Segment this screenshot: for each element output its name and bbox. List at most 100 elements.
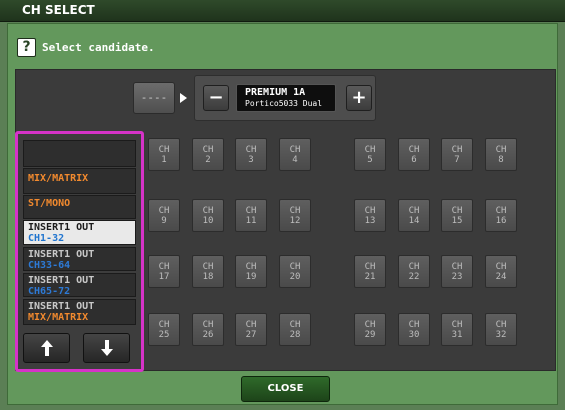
channel-button[interactable]: CH 31 xyxy=(441,313,473,346)
scroll-down-button[interactable] xyxy=(83,333,130,363)
channel-button[interactable]: CH 21 xyxy=(354,255,386,288)
arrow-right-icon xyxy=(180,93,187,103)
channel-button[interactable]: CH 1 xyxy=(148,138,180,171)
window-title: CH SELECT xyxy=(22,3,95,17)
channel-button[interactable]: CH 20 xyxy=(279,255,311,288)
channel-prefix: CH xyxy=(158,145,170,155)
channel-button[interactable]: CH 18 xyxy=(192,255,224,288)
channel-number: 27 xyxy=(245,330,257,340)
list-item-insert1-ch33-64[interactable]: INSERT1 OUT CH33-64 xyxy=(23,247,136,271)
channel-button[interactable]: CH 22 xyxy=(398,255,430,288)
channel-button[interactable]: CH 13 xyxy=(354,199,386,232)
channel-grid: CH 1 CH 2 CH 3 CH 4 CH 5 CH 6 CH 7 CH 8 CH 9 CH 10 CH 11 CH 12 C… xyxy=(148,133,552,369)
channel-prefix: CH xyxy=(364,320,376,330)
arrow-up-icon xyxy=(41,340,53,356)
channel-prefix: CH xyxy=(202,262,214,272)
list-item-insert1-ch65-72[interactable]: INSERT1 OUT CH65-72 xyxy=(23,273,136,297)
channel-button[interactable]: CH 24 xyxy=(485,255,517,288)
scroll-up-button[interactable] xyxy=(23,333,70,363)
next-device-button[interactable]: + xyxy=(346,85,372,111)
channel-number: 21 xyxy=(364,272,376,282)
channel-number: 10 xyxy=(202,216,214,226)
arrow-down-icon xyxy=(101,340,113,356)
channel-prefix: CH xyxy=(451,262,463,272)
channel-button[interactable]: CH 4 xyxy=(279,138,311,171)
channel-number: 11 xyxy=(245,216,257,226)
channel-number: 28 xyxy=(289,330,301,340)
channel-number: 31 xyxy=(451,330,463,340)
channel-number: 5 xyxy=(367,155,373,165)
channel-prefix: CH xyxy=(364,262,376,272)
channel-button[interactable]: CH 3 xyxy=(235,138,267,171)
channel-button[interactable]: CH 32 xyxy=(485,313,517,346)
list-item-blank[interactable] xyxy=(23,140,136,167)
channel-button[interactable]: CH 6 xyxy=(398,138,430,171)
channel-prefix: CH xyxy=(495,262,507,272)
channel-button[interactable]: CH 9 xyxy=(148,199,180,232)
channel-button[interactable]: CH 28 xyxy=(279,313,311,346)
channel-number: 3 xyxy=(248,155,254,165)
channel-prefix: CH xyxy=(158,262,170,272)
channel-prefix: CH xyxy=(364,145,376,155)
previous-device-button[interactable]: − xyxy=(203,85,229,111)
channel-prefix: CH xyxy=(451,145,463,155)
device-model: Portico5033 Dual xyxy=(245,99,323,108)
list-item-insert1-ch1-32[interactable]: INSERT1 OUT CH1-32 xyxy=(23,220,136,245)
prompt-text: Select candidate. xyxy=(42,41,155,54)
channel-button[interactable]: CH 27 xyxy=(235,313,267,346)
channel-number: 8 xyxy=(498,155,504,165)
channel-number: 16 xyxy=(495,216,507,226)
question-icon: ? xyxy=(17,38,36,57)
channel-button[interactable]: CH 11 xyxy=(235,199,267,232)
channel-prefix: CH xyxy=(289,320,301,330)
channel-number: 9 xyxy=(161,216,167,226)
channel-number: 1 xyxy=(161,155,167,165)
channel-prefix: CH xyxy=(245,145,257,155)
channel-number: 14 xyxy=(408,216,420,226)
channel-prefix: CH xyxy=(408,145,420,155)
channel-prefix: CH xyxy=(495,206,507,216)
channel-button[interactable]: CH 5 xyxy=(354,138,386,171)
channel-button[interactable]: CH 17 xyxy=(148,255,180,288)
channel-prefix: CH xyxy=(158,320,170,330)
channel-prefix: CH xyxy=(245,262,257,272)
channel-number: 25 xyxy=(158,330,170,340)
channel-button[interactable]: CH 16 xyxy=(485,199,517,232)
list-item-insert1-mix-matrix[interactable]: INSERT1 OUT MIX/MATRIX xyxy=(23,299,136,325)
channel-number: 17 xyxy=(158,272,170,282)
channel-button[interactable]: CH 15 xyxy=(441,199,473,232)
channel-prefix: CH xyxy=(202,206,214,216)
channel-button[interactable]: CH 12 xyxy=(279,199,311,232)
channel-prefix: CH xyxy=(245,320,257,330)
title-bar: CH SELECT xyxy=(0,0,565,22)
channel-number: 4 xyxy=(292,155,298,165)
channel-button[interactable]: CH 10 xyxy=(192,199,224,232)
channel-number: 2 xyxy=(205,155,211,165)
channel-button[interactable]: CH 8 xyxy=(485,138,517,171)
list-item-mix-matrix[interactable]: MIX/MATRIX xyxy=(23,168,136,194)
channel-button[interactable]: CH 25 xyxy=(148,313,180,346)
channel-number: 19 xyxy=(245,272,257,282)
channel-button[interactable]: CH 30 xyxy=(398,313,430,346)
channel-prefix: CH xyxy=(408,320,420,330)
channel-button[interactable]: CH 19 xyxy=(235,255,267,288)
channel-prefix: CH xyxy=(158,206,170,216)
channel-number: 12 xyxy=(289,216,301,226)
channel-prefix: CH xyxy=(408,262,420,272)
channel-button[interactable]: CH 26 xyxy=(192,313,224,346)
channel-number: 15 xyxy=(451,216,463,226)
channel-button[interactable]: CH 14 xyxy=(398,199,430,232)
channel-button[interactable]: CH 29 xyxy=(354,313,386,346)
channel-number: 32 xyxy=(495,330,507,340)
channel-prefix: CH xyxy=(495,145,507,155)
close-button[interactable]: CLOSE xyxy=(241,376,330,402)
channel-button[interactable]: CH 7 xyxy=(441,138,473,171)
channel-button[interactable]: CH 2 xyxy=(192,138,224,171)
channel-prefix: CH xyxy=(364,206,376,216)
channel-button[interactable]: CH 23 xyxy=(441,255,473,288)
list-item-st-mono[interactable]: ST/MONO xyxy=(23,195,136,219)
channel-number: 20 xyxy=(289,272,301,282)
device-display: PREMIUM 1A Portico5033 Dual xyxy=(236,84,336,112)
source-button[interactable]: ---- xyxy=(133,82,175,114)
device-name: PREMIUM 1A xyxy=(245,87,306,98)
